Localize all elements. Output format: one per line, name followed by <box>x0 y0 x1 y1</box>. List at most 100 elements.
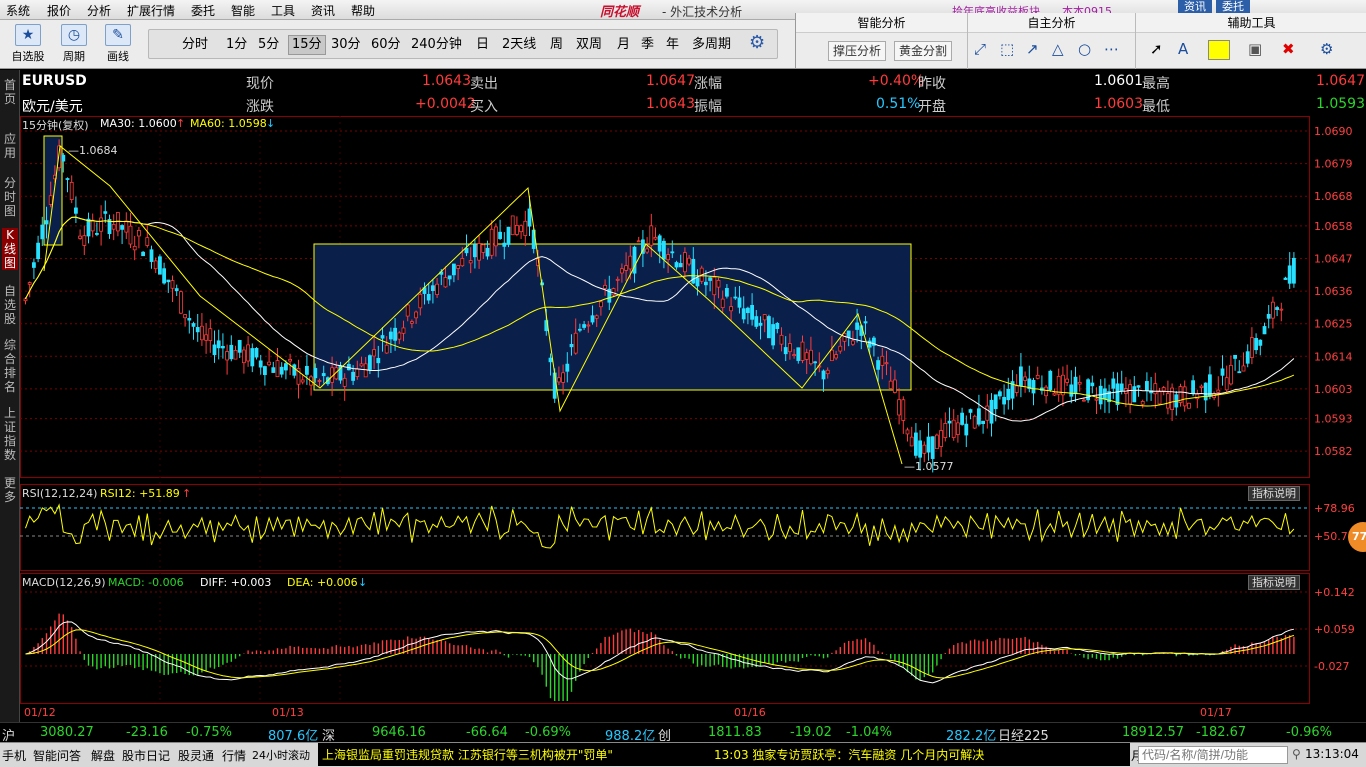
candle-body <box>1069 384 1074 397</box>
task-market[interactable]: 行情 <box>222 747 246 764</box>
gear-icon[interactable]: ⚙ <box>749 32 765 53</box>
period-2week[interactable]: 双周 <box>573 35 605 55</box>
news-headline-1[interactable]: 上海银监局重罚违规贷款 江苏银行等三机构被开"罚单" <box>322 746 613 763</box>
tab-home[interactable]: 首页 <box>2 78 18 106</box>
candle-body <box>225 351 230 361</box>
candle-body <box>367 355 372 370</box>
period-month[interactable]: 月 <box>614 35 633 55</box>
menu-help[interactable]: 帮助 <box>351 2 375 19</box>
text-tool-icon[interactable]: A <box>1178 40 1188 58</box>
candle-body <box>897 399 901 416</box>
candle-body <box>1224 377 1229 391</box>
more-tools-icon[interactable]: ⋯ <box>1104 40 1119 58</box>
period-timeline[interactable]: 分时 <box>179 35 211 55</box>
task-analysis[interactable]: 解盘 <box>91 747 115 764</box>
rsi-line <box>25 503 1295 549</box>
menu-analysis[interactable]: 分析 <box>87 2 111 19</box>
candle-body <box>968 409 973 413</box>
rectangle-tool-icon[interactable]: ⬚ <box>1000 40 1014 58</box>
period-2day[interactable]: 2天线 <box>499 35 539 55</box>
period-button[interactable]: ◷ 周期 <box>54 24 94 66</box>
tab-timeline[interactable]: 分时图 <box>2 176 18 218</box>
period-5min[interactable]: 5分 <box>255 35 282 55</box>
period-week[interactable]: 周 <box>547 35 566 55</box>
menu-news[interactable]: 资讯 <box>311 2 335 19</box>
period-30min[interactable]: 30分 <box>328 35 364 55</box>
task-mobile[interactable]: 手机 <box>2 747 26 764</box>
up-arrow-icon: ↑ <box>176 117 186 130</box>
candle-body <box>767 316 771 339</box>
candle-body <box>321 373 326 377</box>
tab-sh-index[interactable]: 上证指数 <box>2 406 18 462</box>
candle-body <box>1266 313 1271 319</box>
period-multi[interactable]: 多周期 <box>689 35 734 55</box>
candle-body <box>1023 376 1027 381</box>
ellipse-tool-icon[interactable]: ○ <box>1078 40 1091 58</box>
color-picker-icon[interactable] <box>1208 40 1230 60</box>
tab-more[interactable]: 更多 <box>2 476 18 504</box>
candle-body <box>670 251 675 254</box>
nikkei-value: 18912.57 <box>1122 725 1185 740</box>
sh-change: -23.16 <box>126 725 168 740</box>
line-tool-icon[interactable]: ⤢ <box>974 40 986 58</box>
candle-body <box>880 355 885 366</box>
task-24h-scroll[interactable]: 24小时滚动 <box>252 747 310 763</box>
task-diary[interactable]: 股市日记 <box>122 747 170 764</box>
down-arrow-icon: ↓ <box>358 576 368 589</box>
period-15min[interactable]: 15分 <box>288 35 326 55</box>
candle-body <box>435 283 440 296</box>
candle-body <box>1014 385 1019 393</box>
period-240min[interactable]: 240分钟 <box>408 35 465 55</box>
task-qa[interactable]: 智能问答 <box>33 747 81 764</box>
x-tick-label: 01/13 <box>272 706 304 719</box>
settings-icon[interactable]: ⚙ <box>1320 40 1333 58</box>
candle-body <box>1292 257 1296 284</box>
candle-body <box>792 354 796 357</box>
candle-body <box>111 224 116 230</box>
triangle-tool-icon[interactable]: △ <box>1052 40 1064 58</box>
news-headline-2[interactable]: 13:03 独家专访贾跃亭：汽车融资 几个月内可解决 <box>714 746 984 763</box>
trade-button[interactable]: 委托 <box>1216 0 1250 13</box>
analysis-rectangle <box>313 243 912 391</box>
period-day[interactable]: 日 <box>473 35 492 55</box>
tab-kline[interactable]: K线图 <box>2 228 18 270</box>
candle-body <box>502 242 507 247</box>
news-button[interactable]: 资讯 <box>1178 0 1212 13</box>
period-year[interactable]: 年 <box>663 35 682 55</box>
macd-help-button[interactable]: 指标说明 <box>1248 575 1300 590</box>
candle-body <box>809 349 813 365</box>
search-input[interactable] <box>1138 746 1288 764</box>
self-select-button[interactable]: ★ 自选股 <box>8 24 48 66</box>
menu-extended[interactable]: 扩展行情 <box>127 2 175 19</box>
candle-body <box>1250 337 1254 358</box>
menu-system[interactable]: 系统 <box>6 2 30 19</box>
search-icon[interactable]: ⚲ <box>1292 747 1301 761</box>
menu-tools[interactable]: 工具 <box>271 2 295 19</box>
golden-section-button[interactable]: 黄金分割 <box>894 41 953 61</box>
menu-quote[interactable]: 报价 <box>47 2 71 19</box>
support-analysis-button[interactable]: 撑压分析 <box>828 41 887 61</box>
kline-chart-svg[interactable]: 1.0690 1.0679 1.0668 1.0658 1.0647 1.0636 1.06… <box>20 116 1366 720</box>
kline-chart-area[interactable]: 1.0690 1.0679 1.0668 1.0658 1.0647 1.0636 1.06… <box>20 116 1366 720</box>
period-1min[interactable]: 1分 <box>223 35 250 55</box>
task-stock-link[interactable]: 股灵通 <box>178 747 214 764</box>
period-60min[interactable]: 60分 <box>368 35 404 55</box>
eraser-icon[interactable]: ▣ <box>1248 40 1262 58</box>
tab-self-select[interactable]: 自选股 <box>2 284 18 326</box>
menu-trade[interactable]: 委托 <box>191 2 215 19</box>
draw-line-button[interactable]: ✎ 画线 <box>98 24 138 66</box>
candle-body <box>36 242 41 260</box>
period-quarter[interactable]: 季 <box>638 35 657 55</box>
rsi-help-button[interactable]: 指标说明 <box>1248 486 1300 501</box>
menu-smart[interactable]: 智能 <box>231 2 255 19</box>
candle-body <box>372 349 377 357</box>
delete-icon[interactable]: ✖ <box>1282 40 1295 58</box>
news-ticker[interactable]: 上海银监局重罚违规贷款 江苏银行等三机构被开"罚单" 13:03 独家专访贾跃亭… <box>318 743 1130 766</box>
tab-apps[interactable]: 应用 <box>2 132 18 160</box>
tab-ranking[interactable]: 综合排名 <box>2 338 18 394</box>
y-tick-label: 1.0636 <box>1314 285 1353 298</box>
fan-tool-icon[interactable]: ↗ <box>1026 40 1039 58</box>
candle-body <box>523 220 528 236</box>
candle-body <box>61 154 66 162</box>
pointer-icon[interactable]: ➚ <box>1150 40 1163 58</box>
